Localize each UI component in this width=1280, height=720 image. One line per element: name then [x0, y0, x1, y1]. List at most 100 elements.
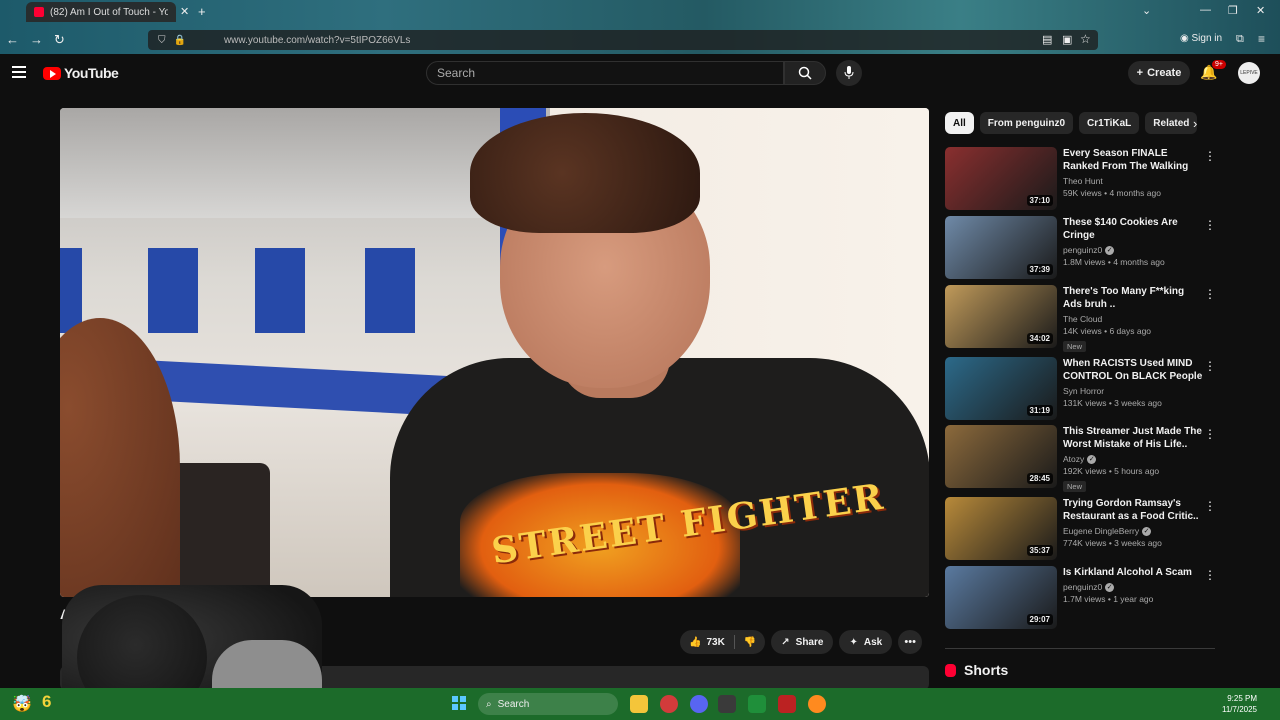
- video-thumbnail[interactable]: 29:07: [945, 566, 1057, 629]
- more-options-icon[interactable]: ⋮: [1204, 427, 1216, 441]
- video-thumbnail[interactable]: 31:19: [945, 357, 1057, 420]
- back-icon[interactable]: ←: [6, 32, 19, 47]
- view-count-age: 131K views • 3 weeks ago: [1063, 398, 1162, 408]
- video-thumbnail[interactable]: 37:10: [945, 147, 1057, 210]
- close-window-icon[interactable]: ✕: [1256, 4, 1265, 17]
- recommendation-title[interactable]: There's Too Many F**king Ads bruh ..: [1063, 285, 1203, 311]
- taskbar-search[interactable]: ⌕ Search: [478, 693, 618, 715]
- video-thumbnail[interactable]: 28:45: [945, 425, 1057, 488]
- channel-name[interactable]: Syn Horror: [1063, 386, 1203, 396]
- recommendation-item[interactable]: 37:39 These $140 Cookies Are Cringe pengui…: [945, 216, 1220, 280]
- new-tab-icon[interactable]: +: [198, 4, 206, 19]
- filter-chips: All From penguinz0 Cr1TiKaL Related: [945, 112, 1198, 134]
- chip-all[interactable]: All: [945, 112, 974, 134]
- extensions-icon[interactable]: ⧉: [1236, 33, 1244, 46]
- app-red-square-icon[interactable]: [778, 695, 796, 713]
- reader-view-icon[interactable]: ▤: [1042, 33, 1052, 46]
- create-button[interactable]: + Create: [1128, 61, 1190, 85]
- app-dark-icon[interactable]: [718, 695, 736, 713]
- tab-close-icon[interactable]: ✕: [180, 5, 189, 18]
- chip-critikal[interactable]: Cr1TiKaL: [1079, 112, 1140, 134]
- signin-button[interactable]: ◉ Sign in: [1180, 33, 1222, 44]
- recommendation-item[interactable]: 35:37 Trying Gordon Ramsay's Restaurant a…: [945, 497, 1220, 561]
- duration-badge: 35:37: [1026, 545, 1053, 556]
- youtube-logo[interactable]: YouTube: [43, 65, 119, 81]
- voice-search-button[interactable]: [836, 60, 862, 86]
- file-explorer-icon[interactable]: [630, 695, 648, 713]
- reload-icon[interactable]: ↻: [54, 32, 65, 48]
- share-arrow-icon: ↗: [781, 636, 790, 648]
- recommendation-title[interactable]: Every Season FINALE Ranked From The Walk…: [1063, 147, 1203, 173]
- search-input[interactable]: Search: [426, 61, 784, 85]
- channel-name[interactable]: penguinz0 ✓: [1063, 582, 1203, 592]
- app-green-icon[interactable]: [748, 695, 766, 713]
- dislike-button[interactable]: 👎: [735, 637, 765, 648]
- app-red-icon[interactable]: [660, 695, 678, 713]
- chip-related[interactable]: Related: [1145, 112, 1198, 134]
- search-button[interactable]: [784, 61, 826, 85]
- video-thumbnail[interactable]: 34:02: [945, 285, 1057, 348]
- youtube-play-icon: [43, 66, 61, 80]
- menu-icon[interactable]: ≡: [1258, 32, 1265, 46]
- account-avatar[interactable]: LEPIVE: [1238, 62, 1260, 84]
- channel-name[interactable]: Theo Hunt: [1063, 176, 1203, 186]
- more-options-icon[interactable]: ⋮: [1204, 287, 1216, 301]
- recommendation-item[interactable]: 31:19 When RACISTS Used MIND CONTROL On B…: [945, 357, 1220, 421]
- emoji-widget-icon[interactable]: 🤯: [12, 694, 32, 714]
- recommendation-info: When RACISTS Used MIND CONTROL On BLACK …: [1063, 357, 1203, 408]
- recommendation-info: These $140 Cookies Are Cringe penguinz0 ✓ 1…: [1063, 216, 1203, 267]
- recommendation-title[interactable]: This Streamer Just Made The Worst Mistak…: [1063, 425, 1203, 451]
- tab-list-icon[interactable]: ⌄: [1142, 4, 1151, 17]
- recommendation-item[interactable]: 28:45 This Streamer Just Made The Worst M…: [945, 425, 1220, 492]
- new-badge: New: [1063, 481, 1087, 492]
- recommendation-title[interactable]: When RACISTS Used MIND CONTROL On BLACK …: [1063, 357, 1203, 383]
- taskbar-clock[interactable]: 9:25 PM 11/7/2025: [1222, 693, 1257, 715]
- url-text: www.youtube.com/watch?v=5tIPOZ66VLs: [223, 34, 411, 46]
- firefox-icon[interactable]: [808, 695, 826, 713]
- video-wall-panel: [365, 248, 415, 333]
- channel-name[interactable]: Eugene DingleBerry ✓: [1063, 526, 1203, 536]
- screenshot-icon[interactable]: ▣: [1062, 33, 1072, 46]
- more-options-icon[interactable]: ⋮: [1204, 218, 1216, 232]
- more-options-icon[interactable]: ⋮: [1204, 359, 1216, 373]
- guide-menu-icon[interactable]: [12, 66, 26, 78]
- recommendation-item[interactable]: 37:10 Every Season FINALE Ranked From The…: [945, 147, 1220, 211]
- notification-count-badge: 9+: [1212, 60, 1226, 69]
- youtube-header: YouTube Search + Create 🔔 9+ LEPIVE: [0, 54, 1280, 94]
- video-player[interactable]: STREET FIGHTER: [60, 108, 929, 597]
- chips-next-icon[interactable]: ›: [1193, 116, 1197, 131]
- video-thumbnail[interactable]: 35:37: [945, 497, 1057, 560]
- view-count-age: 1.8M views • 4 months ago: [1063, 257, 1165, 267]
- browser-tab[interactable]: (82) Am I Out of Touch - Yo: [26, 2, 176, 22]
- more-options-icon[interactable]: ⋮: [1204, 149, 1216, 163]
- chip-from-penguinz0[interactable]: From penguinz0: [979, 112, 1074, 134]
- windows-start-icon[interactable]: [452, 696, 466, 710]
- recommendation-title[interactable]: These $140 Cookies Are Cringe: [1063, 216, 1203, 242]
- shield-icon: ⛉: [158, 34, 166, 46]
- address-bar[interactable]: ⛉ 🔒 www.youtube.com/watch?v=5tIPOZ66VLs: [148, 30, 1098, 50]
- view-count-age: 774K views • 3 weeks ago: [1063, 538, 1162, 548]
- bookmark-star-icon[interactable]: ☆: [1080, 32, 1091, 46]
- like-button[interactable]: 👍 73K: [680, 637, 734, 648]
- sparkle-icon: ✦: [849, 636, 858, 648]
- more-actions-button[interactable]: •••: [898, 630, 923, 654]
- recommendation-title[interactable]: Trying Gordon Ramsay's Restaurant as a F…: [1063, 497, 1203, 523]
- forward-icon[interactable]: →: [30, 32, 43, 47]
- discord-icon[interactable]: [690, 695, 708, 713]
- recommendation-item[interactable]: 34:02 There's Too Many F**king Ads bruh .…: [945, 285, 1220, 352]
- ask-button[interactable]: ✦ Ask: [839, 630, 893, 654]
- minimize-icon[interactable]: —: [1200, 4, 1211, 16]
- channel-name[interactable]: Atozy ✓: [1063, 454, 1203, 464]
- recommendation-item[interactable]: 29:07 Is Kirkland Alcohol A Scam penguinz0…: [945, 566, 1220, 630]
- more-options-icon[interactable]: ⋮: [1204, 568, 1216, 582]
- channel-name[interactable]: The Cloud: [1063, 314, 1203, 324]
- share-button[interactable]: ↗ Share: [771, 630, 834, 654]
- view-count-age: 59K views • 4 months ago: [1063, 188, 1161, 198]
- video-thumbnail[interactable]: 37:39: [945, 216, 1057, 279]
- duration-badge: 37:10: [1026, 195, 1053, 206]
- channel-name[interactable]: penguinz0 ✓: [1063, 245, 1203, 255]
- recommendation-title[interactable]: Is Kirkland Alcohol A Scam: [1063, 566, 1203, 579]
- duration-badge: 28:45: [1026, 473, 1053, 484]
- more-options-icon[interactable]: ⋮: [1204, 499, 1216, 513]
- maximize-icon[interactable]: ❐: [1228, 4, 1238, 17]
